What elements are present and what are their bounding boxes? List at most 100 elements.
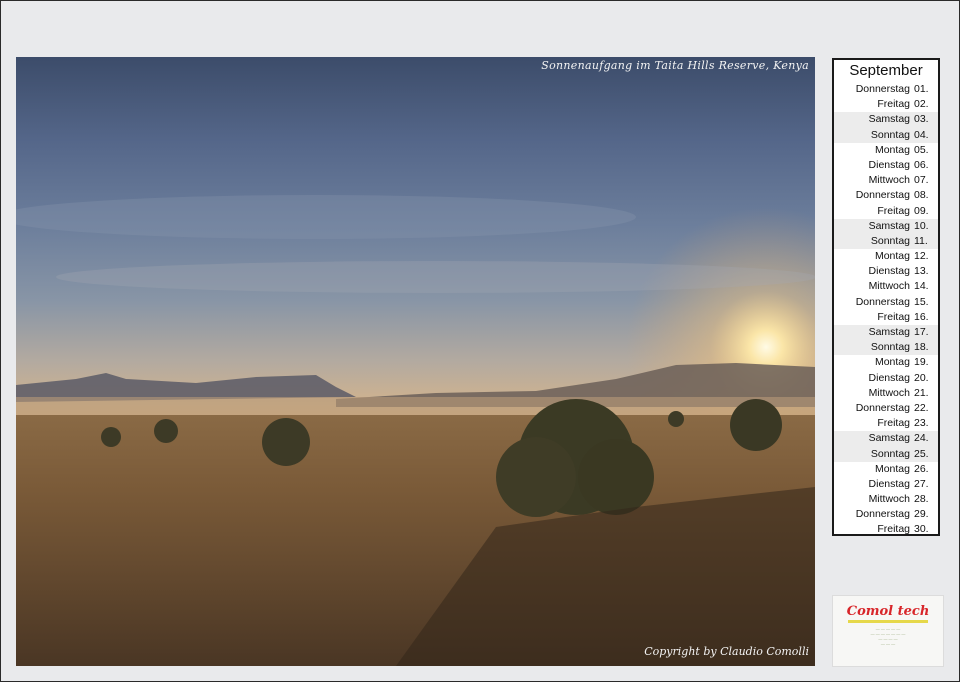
calendar-day-row: Dienstag 06. — [834, 158, 938, 173]
day-number: 17. — [914, 326, 929, 338]
calendar-day-row: Montag 26. — [834, 462, 938, 477]
logo-fine-print: — — — — — — — — — — — — — — — — — — — — [870, 626, 906, 646]
calendar-day-row: Samstag 24. — [834, 431, 938, 447]
calendar-day-row: Freitag 16. — [834, 310, 938, 325]
day-number: 05. — [914, 143, 929, 156]
day-number: 24. — [914, 432, 929, 445]
weekday-label: Samstag — [868, 113, 910, 126]
weekday-label: Mittwoch — [868, 174, 910, 187]
calendar-day-row: Donnerstag 15. — [834, 295, 938, 310]
weekday-label: Sonntag — [870, 341, 910, 354]
weekday-label: Montag — [874, 143, 910, 156]
weekday-label: Freitag — [877, 204, 910, 217]
weekday-label: Freitag — [877, 98, 910, 111]
weekday-label: Mittwoch — [868, 493, 910, 506]
day-number: 01. — [914, 83, 929, 95]
landscape-photo: Sonnenaufgang im Taita Hills Reserve, Ke… — [16, 57, 815, 666]
calendar-day-row: Sonntag 11. — [834, 233, 938, 250]
weekday-label: Dienstag — [868, 265, 910, 278]
calendar-day-row: Freitag 02. — [834, 97, 938, 112]
company-logo: Comol tech — — — — — — — — — — — — — — —… — [832, 595, 944, 667]
weekday-label: Donnerstag — [855, 295, 910, 308]
day-number: 19. — [914, 356, 929, 369]
calendar-day-row: Mittwoch 14. — [834, 279, 938, 294]
photo-copyright: Copyright by Claudio Comolli — [644, 645, 809, 658]
day-number: 06. — [914, 158, 929, 171]
day-number: 26. — [914, 462, 929, 475]
month-calendar: September Donnerstag 01. Freitag 02. Samstag… — [832, 58, 940, 536]
calendar-day-row: Dienstag 27. — [834, 477, 938, 492]
calendar-day-row: Dienstag 20. — [834, 371, 938, 386]
calendar-day-row: Donnerstag 01. — [834, 82, 938, 97]
sunrise-landscape-image — [16, 57, 815, 666]
calendar-day-row: Montag 19. — [834, 355, 938, 370]
day-number: 07. — [914, 174, 929, 187]
weekday-label: Donnerstag — [855, 401, 910, 414]
weekday-label: Samstag — [868, 432, 910, 445]
calendar-month-title: September — [849, 62, 923, 79]
day-number: 28. — [914, 493, 929, 506]
weekday-label: Donnerstag — [855, 189, 910, 202]
weekday-label: Dienstag — [868, 477, 910, 490]
calendar-day-row: Mittwoch 21. — [834, 386, 938, 401]
weekday-label: Sonntag — [870, 128, 910, 141]
calendar-day-row: Sonntag 18. — [834, 340, 938, 356]
calendar-day-row: Montag 12. — [834, 249, 938, 264]
logo-underline — [848, 620, 928, 623]
calendar-day-row: Mittwoch 07. — [834, 173, 938, 188]
logo-name: Comol tech — [846, 604, 930, 619]
calendar-day-row: Sonntag 04. — [834, 127, 938, 143]
day-number: 23. — [914, 417, 929, 430]
weekday-label: Samstag — [868, 326, 910, 338]
weekday-label: Dienstag — [868, 158, 910, 171]
calendar-day-row: Dienstag 13. — [834, 264, 938, 279]
calendar-day-row: Samstag 17. — [834, 325, 938, 341]
day-number: 22. — [914, 401, 929, 414]
calendar-day-row: Freitag 23. — [834, 416, 938, 431]
weekday-label: Donnerstag — [855, 83, 910, 95]
calendar-day-row: Samstag 03. — [834, 112, 938, 128]
calendar-day-row: Donnerstag 29. — [834, 507, 938, 522]
day-number: 10. — [914, 219, 929, 232]
weekday-label: Sonntag — [870, 447, 910, 460]
day-number: 12. — [914, 250, 929, 263]
day-number: 20. — [914, 371, 929, 384]
weekday-label: Sonntag — [870, 234, 910, 247]
weekday-label: Samstag — [868, 219, 910, 232]
weekday-label: Montag — [874, 462, 910, 475]
weekday-label: Montag — [874, 356, 910, 369]
calendar-day-row: Montag 05. — [834, 143, 938, 158]
calendar-day-row: Freitag 09. — [834, 204, 938, 219]
photo-caption: Sonnenaufgang im Taita Hills Reserve, Ke… — [541, 59, 809, 72]
weekday-label: Freitag — [877, 523, 910, 536]
calendar-day-row: Sonntag 25. — [834, 446, 938, 462]
day-number: 09. — [914, 204, 929, 217]
day-number: 21. — [914, 386, 929, 399]
day-number: 14. — [914, 280, 929, 293]
calendar-day-row: Donnerstag 08. — [834, 188, 938, 203]
weekday-label: Mittwoch — [868, 386, 910, 399]
day-number: 30. — [914, 523, 929, 536]
weekday-label: Dienstag — [868, 371, 910, 384]
day-number: 18. — [914, 341, 929, 354]
calendar-day-row: Samstag 10. — [834, 218, 938, 234]
day-number: 02. — [914, 98, 929, 111]
day-number: 29. — [914, 508, 929, 521]
day-number: 03. — [914, 113, 929, 126]
calendar-day-row: Freitag 30. — [834, 522, 938, 537]
weekday-label: Mittwoch — [868, 280, 910, 293]
weekday-label: Donnerstag — [855, 508, 910, 521]
day-number: 13. — [914, 265, 929, 278]
day-number: 27. — [914, 477, 929, 490]
day-number: 04. — [914, 128, 929, 141]
calendar-day-row: Donnerstag 22. — [834, 401, 938, 416]
calendar-days-list: Donnerstag 01. Freitag 02. Samstag 03. Sonntag… — [834, 82, 938, 538]
day-number: 08. — [914, 189, 929, 202]
day-number: 16. — [914, 310, 929, 323]
weekday-label: Freitag — [877, 417, 910, 430]
day-number: 11. — [914, 234, 928, 247]
weekday-label: Freitag — [877, 310, 910, 323]
weekday-label: Montag — [874, 250, 910, 263]
calendar-day-row: Mittwoch 28. — [834, 492, 938, 507]
day-number: 15. — [914, 295, 929, 308]
